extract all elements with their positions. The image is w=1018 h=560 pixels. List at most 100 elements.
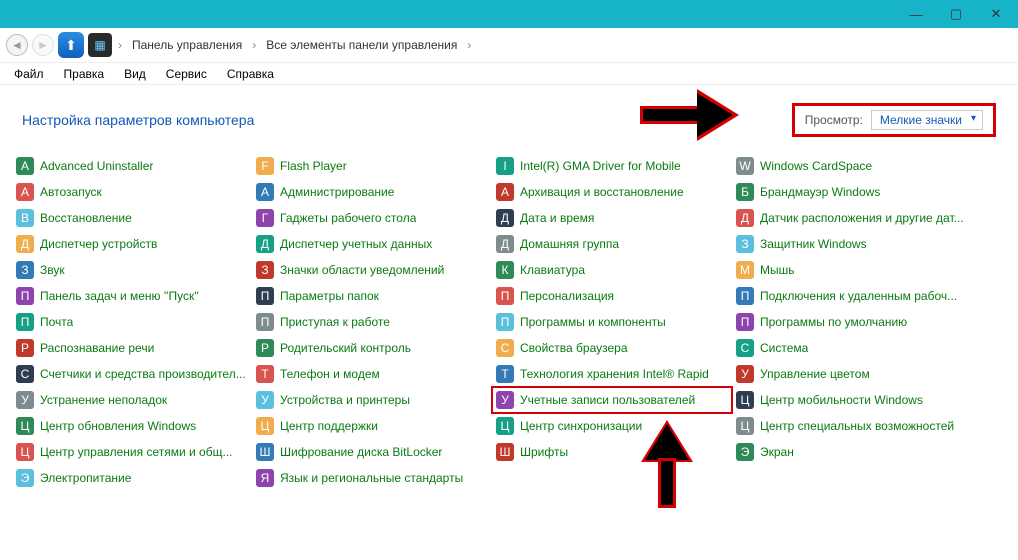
cp-item[interactable]: ЦЦентр мобильности Windows bbox=[732, 387, 972, 413]
cp-item[interactable]: П Приступая к работе bbox=[252, 309, 492, 335]
cp-item[interactable]: РРаспознавание речи bbox=[12, 335, 252, 361]
cp-item[interactable]: WWindows CardSpace bbox=[732, 153, 972, 179]
cp-item[interactable]: ЗЗвук bbox=[12, 257, 252, 283]
cp-item[interactable]: ДДомашняя группа bbox=[492, 231, 732, 257]
cp-item-label: Параметры папок bbox=[280, 289, 379, 303]
cp-item-label: Шрифты bbox=[520, 445, 568, 459]
cp-item-icon: F bbox=[256, 157, 274, 175]
cp-item-icon: Р bbox=[256, 339, 274, 357]
cp-item[interactable]: РРодительский контроль bbox=[252, 335, 492, 361]
cp-item[interactable]: ППодключения к удаленным рабоч... bbox=[732, 283, 972, 309]
cp-item[interactable]: УУстройства и принтеры bbox=[252, 387, 492, 413]
menu-вид[interactable]: Вид bbox=[116, 65, 154, 83]
cp-item[interactable]: ЦЦентр синхронизации bbox=[492, 413, 732, 439]
cp-item[interactable]: ЦЦентр обновления Windows bbox=[12, 413, 252, 439]
cp-item-icon: Д bbox=[496, 209, 514, 227]
cp-item-label: Intel(R) GMA Driver for Mobile bbox=[520, 159, 681, 173]
cp-item[interactable]: I Intel(R) GMA Driver for Mobile bbox=[492, 153, 732, 179]
cp-item[interactable]: F Flash Player bbox=[252, 153, 492, 179]
cp-item[interactable]: ШШрифты bbox=[492, 439, 732, 465]
menu-сервис[interactable]: Сервис bbox=[158, 65, 215, 83]
cp-item-label: Экран bbox=[760, 445, 794, 459]
cp-item-label: Автозапуск bbox=[40, 185, 102, 199]
cp-item-icon: А bbox=[16, 183, 34, 201]
menu-справка[interactable]: Справка bbox=[219, 65, 282, 83]
cp-item[interactable]: ТТехнология хранения Intel® Rapid bbox=[492, 361, 732, 387]
cp-item-icon: Д bbox=[496, 235, 514, 253]
cp-item-label: Защитник Windows bbox=[760, 237, 867, 251]
cp-item[interactable]: УУчетные записи пользователей bbox=[492, 387, 732, 413]
cp-item[interactable]: ТТелефон и модем bbox=[252, 361, 492, 387]
page-title: Настройка параметров компьютера bbox=[22, 112, 254, 128]
cp-item-icon: П bbox=[736, 313, 754, 331]
minimize-button[interactable]: — bbox=[896, 2, 936, 26]
cp-item[interactable]: Ц Центр специальных возможностей bbox=[732, 413, 972, 439]
cp-item-icon: Ц bbox=[736, 417, 754, 435]
cp-item-label: Панель задач и меню ''Пуск'' bbox=[40, 289, 199, 303]
cp-item[interactable]: А Автозапуск bbox=[12, 179, 252, 205]
cp-item[interactable]: ССчетчики и средства производител... bbox=[12, 361, 252, 387]
cp-item-label: Датчик расположения и другие дат... bbox=[760, 211, 964, 225]
cp-item-icon: I bbox=[496, 157, 514, 175]
cp-item[interactable]: УУправление цветом bbox=[732, 361, 972, 387]
cp-item-icon: A bbox=[16, 157, 34, 175]
cp-item[interactable]: УУстранение неполадок bbox=[12, 387, 252, 413]
cp-item[interactable]: ДДиспетчер устройств bbox=[12, 231, 252, 257]
cp-item-icon: Д bbox=[736, 209, 754, 227]
cp-item-label: Центр поддержки bbox=[280, 419, 378, 433]
menu-файл[interactable]: Файл bbox=[6, 65, 52, 83]
cp-item[interactable]: ЦЦентр поддержки bbox=[252, 413, 492, 439]
cp-item[interactable]: ББрандмауэр Windows bbox=[732, 179, 972, 205]
menu-правка[interactable]: Правка bbox=[56, 65, 113, 83]
maximize-button[interactable]: ▢ bbox=[936, 2, 976, 26]
cp-item-icon: Т bbox=[256, 365, 274, 383]
breadcrumb-item[interactable]: Все элементы панели управления bbox=[260, 36, 463, 54]
cp-item-label: Гаджеты рабочего стола bbox=[280, 211, 416, 225]
cp-item[interactable]: ШШифрование диска BitLocker bbox=[252, 439, 492, 465]
cp-item[interactable]: ГГаджеты рабочего стола bbox=[252, 205, 492, 231]
cp-item[interactable]: ЦЦентр управления сетями и общ... bbox=[12, 439, 252, 465]
cp-item-icon: П bbox=[256, 313, 274, 331]
cp-item[interactable]: AAdvanced Uninstaller bbox=[12, 153, 252, 179]
cp-item[interactable]: ССистема bbox=[732, 335, 972, 361]
cp-item[interactable]: ППрограммы по умолчанию bbox=[732, 309, 972, 335]
cp-item[interactable]: ЭЭлектропитание bbox=[12, 465, 252, 491]
cp-item[interactable]: ЯЯзык и региональные стандарты bbox=[252, 465, 492, 491]
cp-item[interactable]: ППерсонализация bbox=[492, 283, 732, 309]
cp-item-label: Технология хранения Intel® Rapid bbox=[520, 367, 709, 381]
cp-item-label: Устранение неполадок bbox=[40, 393, 167, 407]
cp-item[interactable]: ММышь bbox=[732, 257, 972, 283]
cp-item[interactable]: ППрограммы и компоненты bbox=[492, 309, 732, 335]
cp-item[interactable]: ККлавиатура bbox=[492, 257, 732, 283]
cp-item[interactable]: ЗЗащитник Windows bbox=[732, 231, 972, 257]
view-dropdown[interactable]: Мелкие значки bbox=[871, 110, 983, 130]
cp-item[interactable]: ЗЗначки области уведомлений bbox=[252, 257, 492, 283]
cp-item-icon: У bbox=[496, 391, 514, 409]
forward-button[interactable]: ► bbox=[32, 34, 54, 56]
back-button[interactable]: ◄ bbox=[6, 34, 28, 56]
cp-item[interactable]: ДДата и время bbox=[492, 205, 732, 231]
cp-item[interactable]: Д Датчик расположения и другие дат... bbox=[732, 205, 972, 231]
cp-item[interactable]: ППочта bbox=[12, 309, 252, 335]
cp-item-icon: П bbox=[736, 287, 754, 305]
cp-item-label: Приступая к работе bbox=[280, 315, 390, 329]
annotation-arrow-right bbox=[640, 94, 750, 136]
cp-item-label: Распознавание речи bbox=[40, 341, 154, 355]
cp-item[interactable]: ЭЭкран bbox=[732, 439, 972, 465]
cp-item[interactable]: ССвойства браузера bbox=[492, 335, 732, 361]
cp-item-label: Центр специальных возможностей bbox=[760, 419, 954, 433]
cp-item[interactable]: ППанель задач и меню ''Пуск'' bbox=[12, 283, 252, 309]
cp-item-label: Центр управления сетями и общ... bbox=[40, 445, 232, 459]
breadcrumb[interactable]: ›Панель управления›Все элементы панели у… bbox=[116, 36, 473, 54]
cp-item[interactable]: ППараметры папок bbox=[252, 283, 492, 309]
cp-item[interactable]: ААрхивация и восстановление bbox=[492, 179, 732, 205]
cp-item-label: Flash Player bbox=[280, 159, 347, 173]
cp-item[interactable]: ДДиспетчер учетных данных bbox=[252, 231, 492, 257]
close-button[interactable]: ✕ bbox=[976, 2, 1016, 26]
cp-item[interactable]: ААдминистрирование bbox=[252, 179, 492, 205]
cp-item-label: Центр мобильности Windows bbox=[760, 393, 923, 407]
cp-item-icon: А bbox=[256, 183, 274, 201]
up-button[interactable]: ⬆ bbox=[58, 32, 84, 58]
cp-item[interactable]: ВВосстановление bbox=[12, 205, 252, 231]
breadcrumb-item[interactable]: Панель управления bbox=[126, 36, 248, 54]
